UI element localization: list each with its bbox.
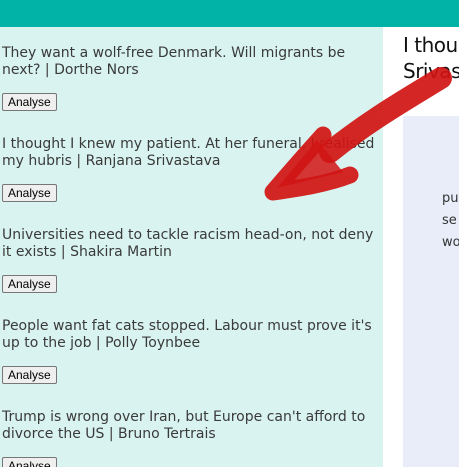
- list-item: Trump is wrong over Iran, but Europe can…: [2, 409, 377, 467]
- analyse-button[interactable]: Analyse: [2, 366, 57, 384]
- analyse-button[interactable]: Analyse: [2, 457, 57, 467]
- analyse-button[interactable]: Analyse: [2, 275, 57, 293]
- top-bar: [0, 0, 459, 27]
- detail-body-line: se: [442, 213, 457, 228]
- list-item: Universities need to tackle racism head-…: [2, 227, 377, 293]
- annotation-arrow-icon: [264, 67, 452, 201]
- detail-body-line: wo: [442, 235, 459, 250]
- article-title: Universities need to tackle racism head-…: [2, 227, 374, 260]
- analyse-button[interactable]: Analyse: [2, 184, 57, 202]
- article-title: Trump is wrong over Iran, but Europe can…: [2, 409, 366, 442]
- list-item: People want fat cats stopped. Labour mus…: [2, 318, 377, 384]
- article-title: People want fat cats stopped. Labour mus…: [2, 318, 372, 351]
- analyse-button[interactable]: Analyse: [2, 93, 57, 111]
- detail-heading-line: I thou: [403, 33, 458, 57]
